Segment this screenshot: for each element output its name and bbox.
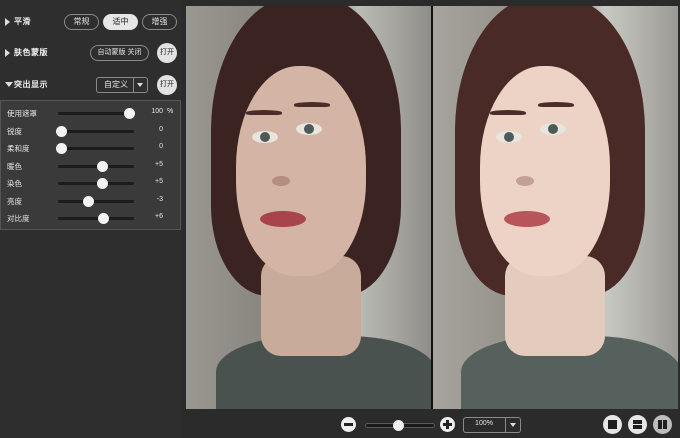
highlight-open-button[interactable]: 打开	[157, 75, 177, 95]
slider-track[interactable]	[58, 217, 134, 220]
highlight-section: 突出显示 自定义 打开	[0, 74, 181, 96]
divider	[133, 78, 134, 92]
slider-label: 对比度	[7, 214, 30, 223]
auto-mask-toggle[interactable]: 自动蒙版 关闭	[90, 45, 149, 61]
slider-thumb[interactable]	[96, 160, 108, 172]
right-eye	[296, 123, 322, 135]
right-eyebrow	[294, 102, 330, 107]
expand-arrow-icon[interactable]	[5, 18, 10, 26]
settings-panel: 平滑 常规 适中 增强 肤色蒙版 自动蒙版 关闭 打开 突出显示 自定义 打开 …	[0, 0, 181, 438]
image-viewer[interactable]	[186, 6, 678, 409]
zoom-dropdown[interactable]: 100%	[463, 417, 521, 433]
slider-thumb[interactable]	[56, 125, 67, 137]
slider-value: 100	[151, 108, 163, 115]
highlight-sliders-panel: 使用遮罩 100% 锐度 0 柔和度 0 暖色 +5 染色 +5 亮度 -3 对比度 +6	[0, 100, 181, 230]
slider-label: 锐度	[7, 126, 22, 136]
divider	[505, 418, 506, 432]
slider-row: 暖色 +5	[1, 157, 182, 174]
slider-label: 染色	[7, 179, 22, 188]
minus-circle-icon	[344, 423, 353, 426]
slider-label: 柔和度	[7, 144, 30, 153]
slider-track[interactable]	[58, 147, 134, 150]
slider-label: 暖色	[7, 161, 22, 171]
face	[480, 66, 610, 276]
smoothing-option-medium[interactable]: 适中	[103, 14, 138, 30]
skin-mask-section: 肤色蒙版 自动蒙版 关闭 打开	[0, 42, 181, 64]
slider-value: -3	[156, 195, 163, 203]
before-image	[186, 6, 431, 409]
slider-thumb[interactable]	[83, 195, 95, 207]
right-eyebrow	[538, 102, 574, 107]
slider-row: 对比度 +6	[1, 209, 182, 226]
slider-value: +5	[155, 160, 163, 168]
split-vertical-icon	[658, 420, 662, 429]
slider-thumb[interactable]	[98, 213, 110, 224]
smoothing-option-enhanced[interactable]: 增强	[142, 14, 177, 30]
left-eyebrow	[490, 110, 526, 115]
smoothing-option-normal[interactable]: 常规	[64, 14, 99, 30]
highlight-preset-dropdown[interactable]: 自定义	[96, 77, 148, 93]
zoom-slider-thumb[interactable]	[393, 420, 404, 431]
chevron-down-icon[interactable]	[137, 83, 143, 87]
slider-row: 锐度 0	[1, 122, 182, 139]
nose	[516, 176, 534, 186]
slider-value: +5	[155, 178, 163, 185]
slider-label: 亮度	[7, 196, 22, 206]
slider-track[interactable]	[58, 199, 134, 203]
zoom-value: 100%	[475, 420, 493, 427]
split-horizontal-icon	[633, 420, 642, 424]
right-eye	[540, 123, 566, 135]
slider-track[interactable]	[58, 112, 134, 115]
face	[236, 66, 366, 276]
after-image	[433, 6, 678, 409]
slider-row: 柔和度 0	[1, 139, 182, 156]
slider-thumb[interactable]	[56, 143, 67, 154]
zoom-out-button[interactable]	[341, 417, 356, 432]
slider-value: +6	[155, 213, 163, 220]
split-horizontal-button[interactable]	[628, 415, 647, 434]
bottom-toolbar: 100%	[186, 411, 680, 438]
split-vertical-button[interactable]	[653, 415, 672, 434]
left-eyebrow	[246, 110, 282, 115]
smoothing-section: 平滑 常规 适中 增强	[0, 11, 181, 33]
slider-thumb[interactable]	[96, 178, 108, 189]
left-eye	[252, 131, 278, 143]
chevron-down-icon[interactable]	[510, 423, 516, 427]
slider-value: 0	[159, 143, 163, 150]
single-view-button[interactable]	[603, 415, 622, 434]
lips	[504, 211, 550, 227]
slider-unit: %	[167, 108, 174, 115]
slider-row: 染色 +5	[1, 174, 182, 191]
skin-mask-open-button[interactable]: 打开	[157, 43, 177, 63]
highlight-title: 突出显示	[14, 80, 48, 89]
expand-arrow-icon[interactable]	[5, 49, 10, 57]
slider-row: 亮度 -3	[1, 192, 182, 209]
slider-thumb[interactable]	[124, 108, 135, 119]
smoothing-title: 平滑	[14, 17, 31, 26]
slider-label: 使用遮罩	[7, 109, 37, 118]
single-view-icon	[608, 420, 617, 429]
zoom-in-button[interactable]	[440, 417, 455, 432]
slider-value: 0	[159, 125, 163, 133]
slider-row: 使用遮罩 100%	[1, 104, 182, 121]
nose	[272, 176, 290, 186]
skin-mask-title: 肤色蒙版	[14, 48, 48, 57]
preset-value: 自定义	[104, 80, 128, 89]
left-eye	[496, 131, 522, 143]
collapse-arrow-icon[interactable]	[5, 82, 13, 87]
slider-track[interactable]	[58, 129, 134, 133]
lips	[260, 211, 306, 227]
